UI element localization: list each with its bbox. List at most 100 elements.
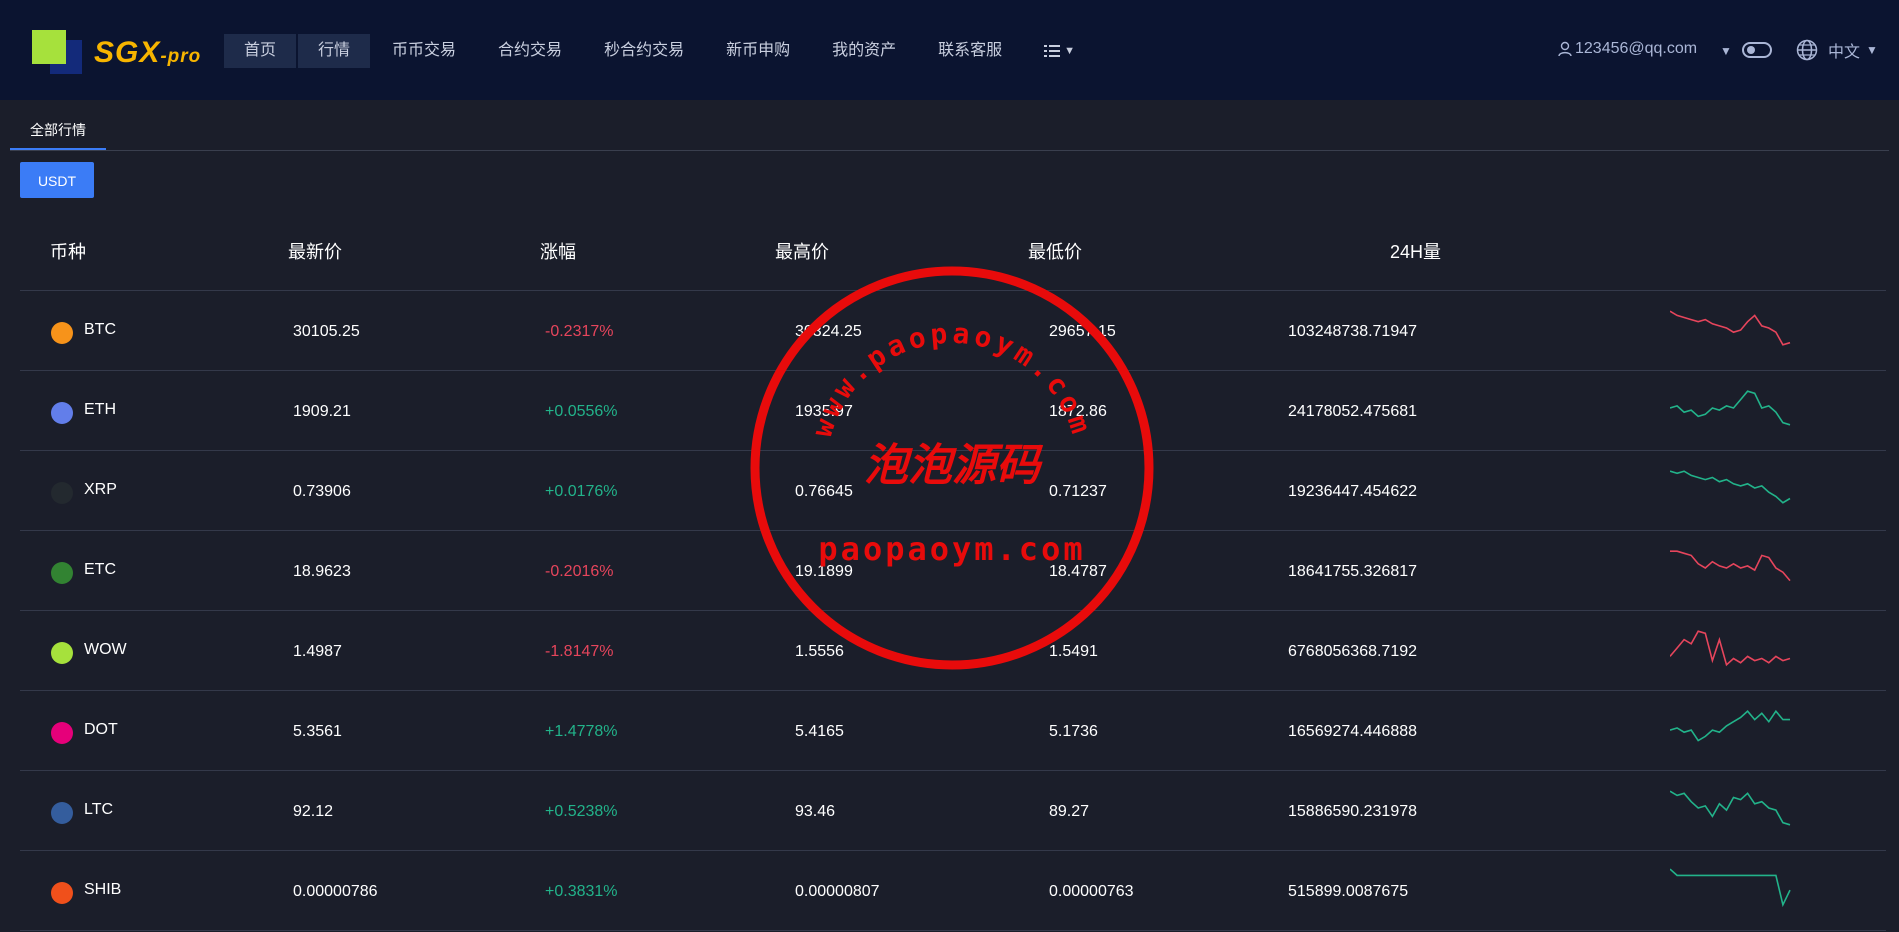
high-price: 19.1899 xyxy=(795,563,853,580)
list-icon xyxy=(1044,45,1061,57)
btc-coin-icon xyxy=(51,322,73,344)
top-header: SGX-pro 首页 行情 币币交易 合约交易 秒合约交易 新币申购 我的资产 … xyxy=(0,0,1899,100)
nav-contract-trading[interactable]: 合约交易 xyxy=(478,34,582,68)
price-change: +0.0556% xyxy=(545,403,618,420)
nav-spot-trading[interactable]: 币币交易 xyxy=(372,34,476,68)
header-coin: 币种 xyxy=(50,242,86,262)
more-menu-button[interactable]: ▼ xyxy=(1024,44,1095,58)
dot-coin-icon xyxy=(51,722,73,744)
coin-symbol: LTC xyxy=(84,801,114,818)
nav-second-contract[interactable]: 秒合约交易 xyxy=(584,34,704,68)
table-row[interactable]: DOT 5.3561 +1.4778% 5.4165 5.1736 16569274.44… xyxy=(20,691,1886,771)
high-price: 1935.97 xyxy=(795,403,853,420)
volume-24h: 6768056368.7192 xyxy=(1288,643,1418,660)
sparkline-path xyxy=(1670,470,1791,504)
header-low: 最低价 xyxy=(1028,242,1082,262)
price-sparkline xyxy=(1670,709,1790,742)
nav-my-assets[interactable]: 我的资产 xyxy=(812,34,916,68)
user-dropdown-chevron-icon[interactable]: ▼ xyxy=(1720,44,1732,58)
last-price: 1.4987 xyxy=(293,643,342,660)
coin-symbol: WOW xyxy=(84,641,127,658)
wow-coin-icon xyxy=(51,642,73,664)
high-price: 30324.25 xyxy=(795,323,862,340)
price-change: +0.5238% xyxy=(545,803,618,820)
price-change: -0.2016% xyxy=(545,563,614,580)
chevron-down-icon: ▼ xyxy=(1064,45,1076,57)
table-body: BTC 30105.25 -0.2317% 30324.25 29657.15 10324… xyxy=(20,291,1886,931)
low-price: 1.5491 xyxy=(1049,643,1098,660)
table-row[interactable]: SHIB 0.00000786 +0.3831% 0.00000807 0.000007… xyxy=(20,851,1886,931)
table-header: 币种 最新价 涨幅 最高价 最低价 24H量 xyxy=(20,214,1886,291)
coin-symbol: DOT xyxy=(84,721,118,738)
volume-24h: 18641755.326817 xyxy=(1288,563,1418,580)
price-change: +0.3831% xyxy=(545,883,618,900)
brand-logo[interactable]: SGX-pro xyxy=(32,30,212,74)
coin-symbol: ETC xyxy=(84,561,116,578)
globe-icon xyxy=(1796,39,1818,61)
sparkline-path xyxy=(1670,868,1791,908)
nav-home[interactable]: 首页 xyxy=(224,34,297,68)
high-price: 0.76645 xyxy=(795,483,853,500)
volume-24h: 19236447.454622 xyxy=(1288,483,1418,500)
language-label: 中文 xyxy=(1828,44,1861,61)
low-price: 89.27 xyxy=(1049,803,1090,820)
volume-24h: 515899.0087675 xyxy=(1288,883,1409,900)
table-row[interactable]: WOW 1.4987 -1.8147% 1.5556 1.5491 6768056368.… xyxy=(20,611,1886,691)
volume-24h: 24178052.475681 xyxy=(1288,403,1418,420)
market-table: 币种 最新价 涨幅 最高价 最低价 24H量 BTC 30105.25 -0.231… xyxy=(20,214,1886,931)
language-selector[interactable]: 中文 ▼ xyxy=(1796,38,1878,62)
user-email: 123456@qq.com xyxy=(1575,40,1698,57)
main-nav: 首页 行情 币币交易 合约交易 秒合约交易 新币申购 我的资产 联系客服 ▼ xyxy=(224,34,1095,68)
low-price: 18.4787 xyxy=(1049,563,1107,580)
low-price: 1872.86 xyxy=(1049,403,1107,420)
price-sparkline xyxy=(1670,470,1791,504)
price-change: +1.4778% xyxy=(545,723,618,740)
header-change: 涨幅 xyxy=(540,242,576,262)
low-price: 0.00000763 xyxy=(1049,883,1134,900)
high-price: 93.46 xyxy=(795,803,836,820)
last-price: 18.9623 xyxy=(293,563,351,580)
volume-24h: 103248738.71947 xyxy=(1288,323,1418,340)
low-price: 5.1736 xyxy=(1049,723,1098,740)
user-account[interactable]: 123456@qq.com xyxy=(1558,40,1697,58)
sparkline-path xyxy=(1670,790,1791,826)
price-change: -0.2317% xyxy=(545,323,614,340)
usdt-quote-button[interactable]: USDT xyxy=(20,162,94,198)
last-price: 1909.21 xyxy=(293,403,351,420)
toggle-knob xyxy=(1747,46,1755,54)
coin-symbol: BTC xyxy=(84,321,116,338)
volume-24h: 15886590.231978 xyxy=(1288,803,1418,820)
theme-toggle[interactable] xyxy=(1742,42,1772,58)
high-price: 0.00000807 xyxy=(795,883,880,900)
price-change: +0.0176% xyxy=(545,483,618,500)
volume-24h: 16569274.446888 xyxy=(1288,723,1418,740)
coin-symbol: ETH xyxy=(84,401,116,418)
ltc-coin-icon xyxy=(51,802,73,824)
price-sparkline xyxy=(1670,390,1791,426)
sparkline-path xyxy=(1670,310,1791,346)
shib-coin-icon xyxy=(51,882,73,904)
table-row[interactable]: XRP 0.73906 +0.0176% 0.76645 0.71237 19236447… xyxy=(20,451,1886,531)
low-price: 0.71237 xyxy=(1049,483,1107,500)
table-row[interactable]: ETC 18.9623 -0.2016% 19.1899 18.4787 18641755… xyxy=(20,531,1886,611)
xrp-coin-icon xyxy=(51,482,73,504)
coin-symbol: SHIB xyxy=(84,881,122,898)
header-high: 最高价 xyxy=(775,242,829,262)
last-price: 0.73906 xyxy=(293,483,351,500)
header-price: 最新价 xyxy=(288,242,342,262)
tab-all-markets[interactable]: 全部行情 xyxy=(10,114,106,150)
table-row[interactable]: LTC 92.12 +0.5238% 93.46 89.27 15886590.23197… xyxy=(20,771,1886,851)
table-row[interactable]: ETH 1909.21 +0.0556% 1935.97 1872.86 24178052… xyxy=(20,371,1886,451)
price-sparkline xyxy=(1670,310,1791,346)
sparkline-path xyxy=(1670,630,1791,667)
sparkline-path xyxy=(1670,550,1791,582)
price-sparkline xyxy=(1670,790,1791,826)
nav-new-coin[interactable]: 新币申购 xyxy=(706,34,810,68)
high-price: 5.4165 xyxy=(795,723,844,740)
etc-coin-icon xyxy=(51,562,73,584)
nav-customer-service[interactable]: 联系客服 xyxy=(918,34,1022,68)
price-sparkline xyxy=(1670,630,1791,667)
table-row[interactable]: BTC 30105.25 -0.2317% 30324.25 29657.15 10324… xyxy=(20,291,1886,371)
eth-coin-icon xyxy=(51,402,73,424)
nav-market[interactable]: 行情 xyxy=(298,34,371,68)
